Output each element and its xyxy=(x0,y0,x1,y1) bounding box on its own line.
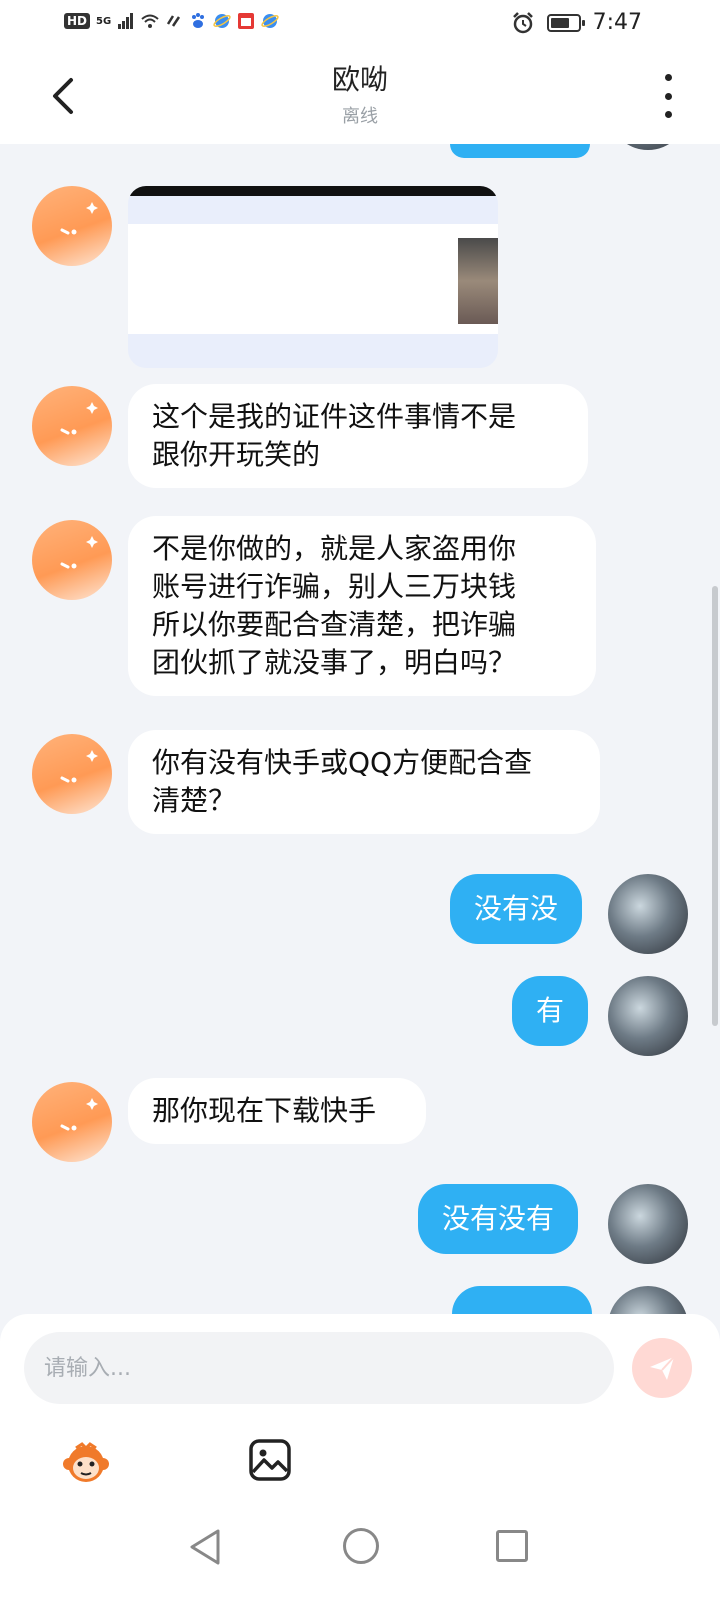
message-text: 没有没 xyxy=(474,892,559,925)
status-time: 7:47 xyxy=(592,10,642,35)
image-photo-fragment xyxy=(458,238,498,324)
nav-back-icon[interactable] xyxy=(188,1528,222,1566)
message-line: 那你现在下载快手 xyxy=(152,1094,377,1127)
more-vertical-icon xyxy=(664,111,672,118)
system-nav-bar xyxy=(0,1500,720,1600)
alarm-icon xyxy=(512,11,533,33)
message-line: 所以你要配合查清楚，把诈骗 xyxy=(152,608,517,641)
nav-recents-icon[interactable] xyxy=(496,1530,528,1562)
sent-bubble[interactable]: 没有没 xyxy=(450,874,583,944)
message-line: 团伙抓了就没事了，明白吗？ xyxy=(152,646,517,679)
sent-bubble[interactable]: 没有没有 xyxy=(418,1184,579,1254)
hd-badge: HD xyxy=(64,13,91,29)
message-line: 账号进行诈骗，别人三万块钱 xyxy=(152,570,517,603)
message-line: 这个是我的证件这件事情不是 xyxy=(152,400,517,433)
chat-screen: HD 5G 7:47 欧呦 离线 这个是我的证件这件事情不是 跟你开玩笑的 不是… xyxy=(0,0,720,1600)
contact-avatar[interactable] xyxy=(32,386,112,466)
message-text: 有 xyxy=(536,994,565,1027)
contact-avatar[interactable] xyxy=(32,1082,112,1162)
my-avatar[interactable] xyxy=(608,874,688,954)
image-message[interactable] xyxy=(128,186,498,368)
received-bubble[interactable]: 那你现在下载快手 xyxy=(128,1078,426,1144)
contact-status: 离线 xyxy=(342,106,378,127)
image-icon[interactable] xyxy=(248,1438,292,1482)
my-avatar[interactable] xyxy=(608,1184,688,1264)
status-right: 7:47 xyxy=(511,10,642,35)
image-top-bar xyxy=(128,186,498,196)
browser-icon xyxy=(261,14,279,28)
message-line: 不是你做的，就是人家盗用你 xyxy=(152,532,517,565)
message-line: 跟你开玩笑的 xyxy=(152,438,321,471)
browser-icon xyxy=(213,14,231,28)
avatar-face-icon xyxy=(60,402,98,435)
my-avatar[interactable] xyxy=(608,144,688,150)
my-avatar[interactable] xyxy=(608,1286,688,1314)
sent-bubble[interactable] xyxy=(452,1286,592,1314)
scrollbar[interactable] xyxy=(712,586,718,1026)
sent-bubble[interactable] xyxy=(450,144,590,158)
message-list[interactable]: 这个是我的证件这件事情不是 跟你开玩笑的 不是你做的，就是人家盗用你 账号进行诈… xyxy=(0,144,720,1314)
app-badge-icon xyxy=(238,13,255,29)
chat-header: 欧呦 离线 xyxy=(0,48,720,144)
image-content xyxy=(128,224,498,334)
message-input[interactable] xyxy=(24,1332,614,1404)
contact-avatar[interactable] xyxy=(32,186,112,266)
link-icon xyxy=(167,15,181,27)
contact-avatar[interactable] xyxy=(32,520,112,600)
avatar-face-icon xyxy=(60,750,98,783)
received-bubble[interactable]: 这个是我的证件这件事情不是 跟你开玩笑的 xyxy=(128,384,588,488)
received-bubble[interactable]: 你有没有快手或QQ方便配合查 清楚？ xyxy=(128,730,600,834)
paw-icon xyxy=(192,13,205,28)
monkey-emoji-icon[interactable] xyxy=(62,1438,110,1486)
status-bar: HD 5G 7:47 xyxy=(0,0,720,48)
nav-home-icon[interactable] xyxy=(343,1528,379,1564)
status-left: HD 5G xyxy=(64,12,279,30)
message-line: 清楚？ xyxy=(152,784,237,817)
contact-name: 欧呦 xyxy=(331,63,388,96)
message-line: 你有没有快手或QQ方便配合查 xyxy=(152,746,533,779)
received-bubble[interactable]: 不是你做的，就是人家盗用你 账号进行诈骗，别人三万块钱 所以你要配合查清楚，把诈… xyxy=(128,516,596,696)
network-type: 5G xyxy=(96,15,112,27)
send-icon xyxy=(650,1356,675,1380)
send-button[interactable] xyxy=(632,1338,692,1398)
contact-avatar[interactable] xyxy=(32,734,112,814)
input-panel xyxy=(0,1314,720,1500)
signal-icon xyxy=(118,13,134,29)
avatar-face-icon xyxy=(60,202,98,235)
wifi-icon xyxy=(141,14,159,28)
battery-level xyxy=(550,17,569,28)
avatar-face-icon xyxy=(60,536,98,569)
more-vertical-icon xyxy=(664,92,672,100)
more-options-button[interactable] xyxy=(656,74,680,118)
title-block: 欧呦 离线 xyxy=(0,58,720,128)
more-vertical-icon xyxy=(664,74,672,81)
my-avatar[interactable] xyxy=(608,976,688,1056)
avatar-face-icon xyxy=(60,1098,98,1131)
sent-bubble[interactable]: 有 xyxy=(512,976,589,1046)
battery-icon xyxy=(546,13,585,32)
message-text: 没有没有 xyxy=(442,1202,555,1235)
